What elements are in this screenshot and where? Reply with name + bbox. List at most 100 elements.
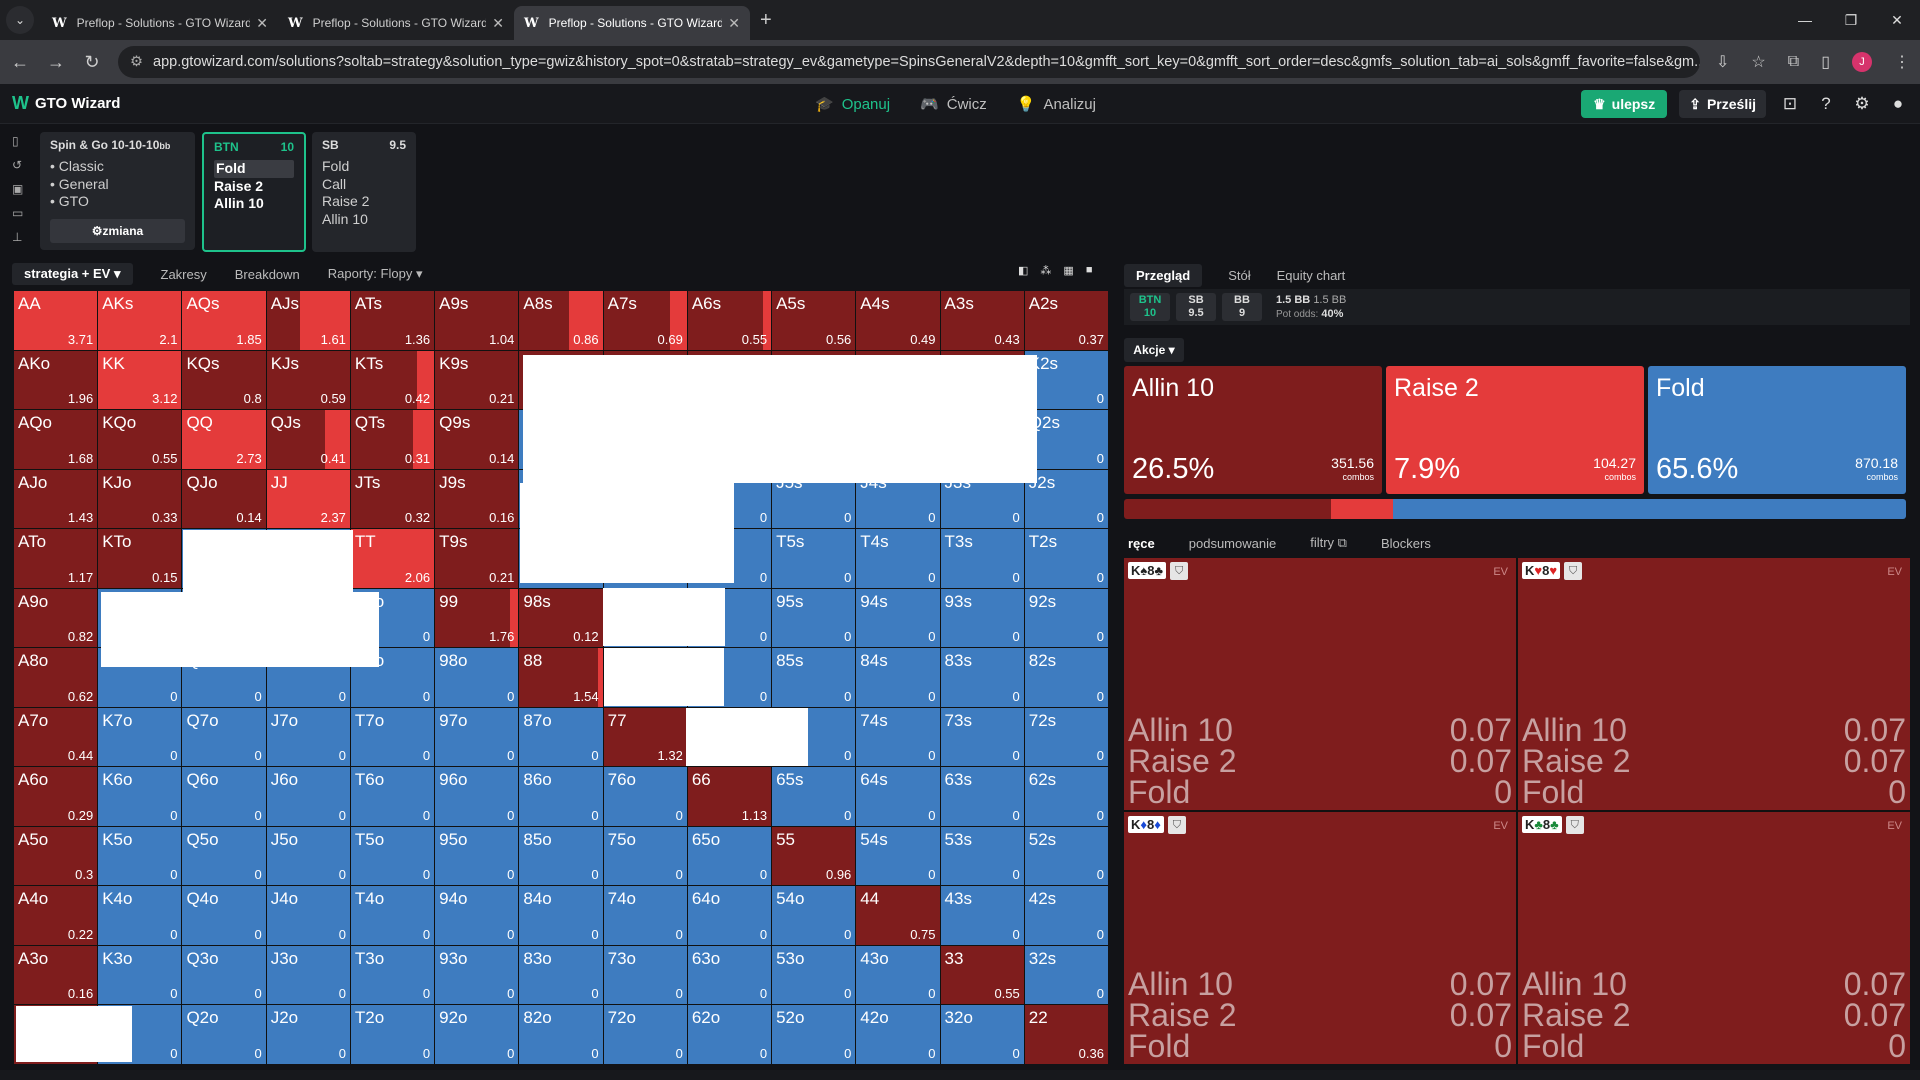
restore-icon[interactable]: ❐: [1828, 0, 1874, 40]
settings-icon[interactable]: ⚙: [1850, 94, 1874, 114]
browser-tab-active[interactable]: W Preflop - Solutions - GTO Wizard ✕: [514, 6, 750, 40]
hand-cell[interactable]: 77 1.32: [603, 707, 687, 767]
hand-cell[interactable]: ATo 1.17: [14, 529, 98, 588]
hand-cell[interactable]: 22 0.36: [1024, 1005, 1108, 1064]
hand-cell[interactable]: AJo 1.43: [14, 469, 98, 529]
new-tab-icon[interactable]: +: [760, 9, 772, 32]
hand-cell[interactable]: A8s 0.86: [519, 291, 603, 350]
hand-cell[interactable]: 98o 0: [435, 648, 519, 707]
tab-filters[interactable]: filtry ⧉: [1310, 535, 1347, 551]
action-option[interactable]: Fold: [322, 158, 406, 176]
action-box-allin[interactable]: Allin 10 26.5% 351.56 combos: [1124, 366, 1382, 494]
hand-cell[interactable]: KK 3.12: [98, 350, 182, 410]
hand-cell[interactable]: 32o 0: [940, 1005, 1024, 1064]
spot-card-btn[interactable]: BTN 10 Fold Raise 2 Allin 10: [202, 132, 306, 252]
browser-tab[interactable]: W Preflop - Solutions - GTO Wizard ✕: [278, 6, 514, 40]
tab-table[interactable]: Stół: [1228, 268, 1250, 283]
submit-button[interactable]: ⇪ Prześlij: [1679, 90, 1766, 118]
hand-cell[interactable]: 83s 0: [940, 648, 1024, 707]
hand-cell[interactable]: 99 1.76: [435, 588, 519, 648]
tab-search-icon[interactable]: ⌄: [6, 6, 34, 34]
hand-cell[interactable]: 63o 0: [687, 945, 772, 1005]
nav-practice[interactable]: 🎮 Ćwicz: [920, 95, 987, 114]
hand-cell[interactable]: J4o 0: [266, 886, 350, 945]
action-option[interactable]: Raise 2: [322, 193, 406, 211]
position-btn[interactable]: BTN 10: [1130, 293, 1170, 321]
shield-icon[interactable]: ⛉: [1564, 562, 1583, 580]
forward-icon[interactable]: →: [46, 52, 66, 73]
hand-cell[interactable]: 52o 0: [772, 1005, 856, 1064]
action-box-fold[interactable]: Fold 65.6% 870.18 combos: [1648, 366, 1906, 494]
hand-cell[interactable]: A2s 0.37: [1024, 291, 1108, 350]
hand-cell[interactable]: 66 1.13: [687, 767, 772, 826]
hand-cell[interactable]: 76o 0: [603, 767, 687, 826]
tab-equity-chart[interactable]: Equity chart: [1277, 268, 1346, 283]
hand-cell[interactable]: KQo 0.55: [98, 410, 182, 469]
hand-cell[interactable]: 42s 0: [1024, 886, 1108, 945]
hand-cell[interactable]: AJs 1.61: [266, 291, 350, 350]
change-button[interactable]: ⚙ zmiana: [50, 218, 185, 243]
hand-cell[interactable]: 98s 0.12: [519, 588, 603, 648]
hand-cell[interactable]: Q2s 0: [1024, 410, 1108, 469]
hand-cell[interactable]: 97o 0: [435, 707, 519, 767]
hand-cell[interactable]: QJo 0.14: [182, 469, 266, 529]
hand-cell[interactable]: 73o 0: [603, 945, 687, 1005]
hand-combo-card[interactable]: K ♦ 8 ♦ ⛉ EV Allin 10 0.07 Raise 2 0.07 Fold 0: [1124, 812, 1516, 1064]
history-icon[interactable]: ↺: [12, 158, 30, 172]
nav-study[interactable]: 🎓 Opanuj: [815, 95, 890, 114]
hand-cell[interactable]: 95s 0: [772, 588, 856, 648]
action-box-raise[interactable]: Raise 2 7.9% 104.27 combos: [1386, 366, 1644, 494]
hand-cell[interactable]: 84s 0: [856, 648, 940, 707]
action-option[interactable]: Allin 10: [214, 195, 294, 213]
account-icon[interactable]: ●: [1886, 94, 1910, 114]
hand-cell[interactable]: 33 0.55: [940, 945, 1024, 1005]
split-view-icon[interactable]: ⁂: [1040, 264, 1051, 277]
hand-cell[interactable]: Q4o 0: [182, 886, 266, 945]
upgrade-button[interactable]: ♛ ulepsz: [1581, 90, 1668, 118]
hand-cell[interactable]: K2s 0: [1024, 350, 1108, 410]
depth-icon[interactable]: ⊥: [12, 230, 30, 244]
hand-cell[interactable]: 64o 0: [687, 886, 772, 945]
close-icon[interactable]: ✕: [492, 15, 504, 32]
hand-cell[interactable]: T7o 0: [350, 707, 435, 767]
hand-cell[interactable]: 75o 0: [603, 826, 687, 886]
hand-cell[interactable]: T5s 0: [772, 529, 856, 588]
close-window-icon[interactable]: ✕: [1874, 0, 1920, 40]
grid-view-icon[interactable]: ▦: [1063, 264, 1073, 277]
browser-tab[interactable]: W Preflop - Solutions - GTO Wizard ✕: [42, 6, 278, 40]
hand-cell[interactable]: QJs 0.41: [266, 410, 350, 469]
hand-cell[interactable]: KTo 0.15: [98, 529, 182, 588]
hand-cell[interactable]: K3o 0: [98, 945, 182, 1005]
spot-card-sb[interactable]: SB 9.5 Fold Call Raise 2 Allin 10: [312, 132, 416, 252]
app-logo[interactable]: W GTO Wizard: [0, 93, 120, 114]
hand-cell[interactable]: 43s 0: [940, 886, 1024, 945]
hand-cell[interactable]: 84o 0: [519, 886, 603, 945]
hand-cell[interactable]: AQo 1.68: [14, 410, 98, 469]
url-input[interactable]: ⚙ app.gtowizard.com/solutions?soltab=stra…: [118, 46, 1700, 78]
action-option[interactable]: Call: [322, 176, 406, 194]
hand-cell[interactable]: J2s 0: [1024, 469, 1108, 529]
hand-cell[interactable]: A6o 0.29: [14, 767, 98, 826]
hand-cell[interactable]: 83o 0: [519, 945, 603, 1005]
hand-cell[interactable]: T6o 0: [350, 767, 435, 826]
hand-cell[interactable]: 65o 0: [687, 826, 772, 886]
hand-cell[interactable]: T4o 0: [350, 886, 435, 945]
profile-avatar[interactable]: J: [1852, 52, 1872, 72]
hand-cell[interactable]: K9s 0.21: [435, 350, 519, 410]
hand-cell[interactable]: T4s 0: [856, 529, 940, 588]
action-option[interactable]: Raise 2: [214, 178, 294, 196]
hand-cell[interactable]: A9o 0.82: [14, 588, 98, 648]
minimize-icon[interactable]: —: [1782, 0, 1828, 40]
hand-cell[interactable]: 62s 0: [1024, 767, 1108, 826]
screenshot-icon[interactable]: ⊡: [1778, 94, 1802, 114]
hand-cell[interactable]: 32s 0: [1024, 945, 1108, 1005]
tab-strategy-ev[interactable]: strategia + EV ▾: [12, 263, 133, 285]
hand-cell[interactable]: AKo 1.96: [14, 350, 98, 410]
hand-cell[interactable]: A5o 0.3: [14, 826, 98, 886]
back-icon[interactable]: ←: [10, 52, 30, 73]
help-icon[interactable]: ?: [1814, 94, 1838, 114]
hand-cell[interactable]: 52s 0: [1024, 826, 1108, 886]
hand-combo-card[interactable]: K ♣ 8 ♣ ⛉ EV Allin 10 0.07 Raise 2 0.07 Fold 0: [1518, 812, 1910, 1064]
tab-hands[interactable]: ręce: [1128, 536, 1155, 551]
position-bb[interactable]: BB 9: [1222, 293, 1262, 321]
